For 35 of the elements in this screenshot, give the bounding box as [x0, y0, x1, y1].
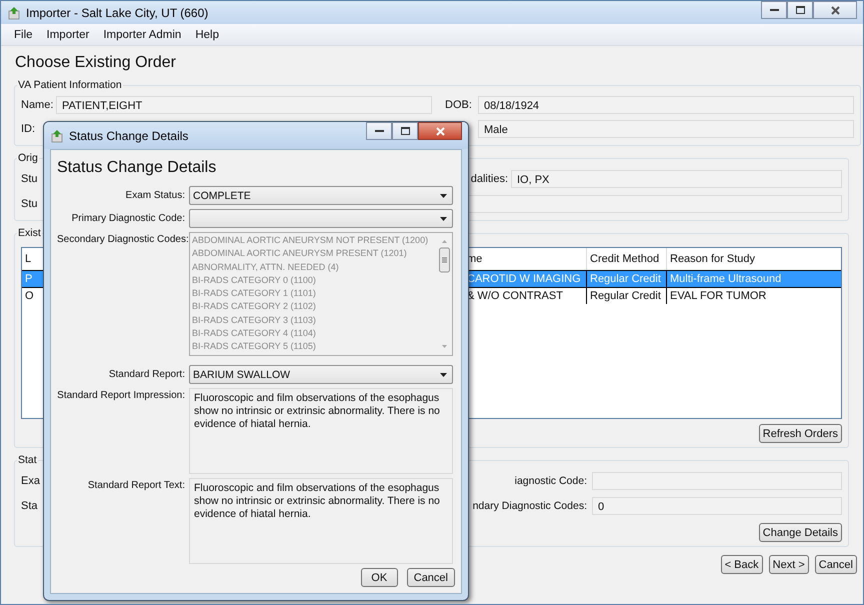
- page-title: Choose Existing Order: [15, 54, 177, 72]
- group-title: Exist: [17, 227, 42, 239]
- window-title: Importer - Salt Lake City, UT (660): [26, 6, 208, 20]
- field-label: Sta: [21, 500, 39, 512]
- field-label: Exam Status:: [124, 190, 185, 201]
- modalities-field: IO, PX: [511, 170, 842, 188]
- field-label: Stu: [21, 198, 39, 210]
- field-label: ID:: [21, 123, 36, 135]
- field-label: Name:: [21, 99, 54, 111]
- field-label: ndary Diagnostic Codes:: [472, 500, 587, 512]
- table-cell: CAROTID W IMAGING: [467, 273, 581, 285]
- sex-field: Male: [478, 120, 854, 138]
- field-label: Stu: [21, 172, 39, 184]
- field-label: Standard Report Impression:: [57, 390, 185, 401]
- table-cell: Regular Credit: [590, 290, 661, 302]
- table-cell: Multi-frame Ultrasound: [670, 273, 782, 285]
- group-title: Orig: [17, 152, 39, 164]
- table-cell: Regular Credit: [590, 273, 661, 285]
- field-label: Standard Report Text:: [86, 480, 185, 491]
- dialog-title: Status Change Details: [69, 128, 188, 142]
- secondary-codes-field: 0: [592, 496, 842, 514]
- field-label: Exa: [21, 474, 41, 486]
- name-field: PATIENT,EIGHT: [56, 96, 432, 114]
- table-cell: P: [25, 273, 32, 285]
- dialog-heading: Status Change Details: [57, 159, 218, 177]
- field-label: Primary Diagnostic Code:: [70, 213, 185, 224]
- field-label: Standard Report:: [108, 369, 185, 380]
- group-title: VA Patient Information: [17, 79, 123, 91]
- field-label: iagnostic Code:: [514, 474, 587, 486]
- table-cell: O: [25, 290, 34, 302]
- group-title: Stat: [17, 454, 38, 466]
- dob-field: 08/18/1924: [478, 96, 854, 114]
- field-label: DOB:: [445, 99, 473, 111]
- table-cell: EVAL FOR TUMOR: [670, 290, 766, 302]
- field-label: dalities:: [470, 172, 508, 184]
